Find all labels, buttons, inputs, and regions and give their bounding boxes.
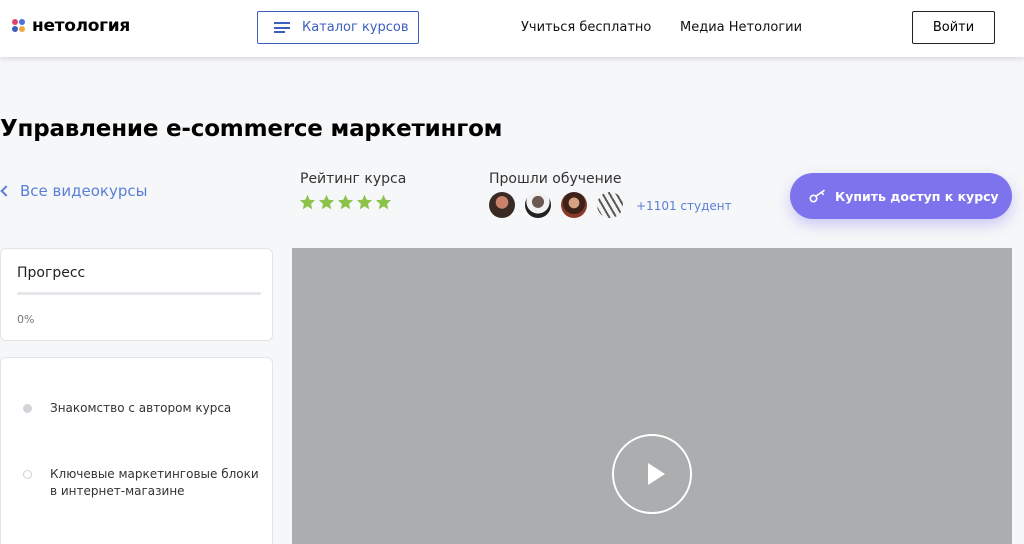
rating-label: Рейтинг курса — [300, 171, 407, 187]
lesson-status-icon — [23, 470, 32, 479]
progress-card: Прогресс 0% — [0, 248, 273, 341]
logo[interactable]: нетология — [12, 16, 130, 36]
star-icon — [299, 194, 316, 210]
logo-dots-icon — [12, 19, 26, 33]
lesson-item[interactable]: Знакомство с автором курса — [23, 400, 260, 417]
back-link-label: Все видеокурсы — [20, 182, 148, 200]
lesson-title: Ключевые маркетинговые блоки в интернет-… — [50, 467, 259, 498]
site-header: нетология Каталог курсов Учиться бесплат… — [0, 0, 1024, 57]
lesson-title: Знакомство с автором курса — [50, 401, 232, 415]
page-title: Управление e-commerce маркетингом — [0, 116, 503, 142]
nav-link-free-learning[interactable]: Учиться бесплатно — [521, 20, 651, 35]
menu-icon — [274, 22, 290, 33]
login-button[interactable]: Войти — [912, 11, 995, 44]
video-player[interactable] — [292, 248, 1012, 544]
avatar — [525, 192, 551, 218]
avatar — [597, 192, 623, 218]
lesson-status-icon — [23, 404, 32, 413]
key-icon — [809, 189, 825, 203]
star-icon — [337, 194, 354, 210]
buy-access-button[interactable]: Купить доступ к курсу — [790, 173, 1012, 219]
students-count[interactable]: +1101 студент — [636, 199, 732, 213]
lesson-item[interactable]: Ключевые маркетинговые блоки в интернет-… — [23, 466, 260, 500]
star-icon — [356, 194, 373, 210]
passed-label: Прошли обучение — [489, 171, 622, 187]
buy-button-label: Купить доступ к курсу — [835, 188, 999, 204]
lessons-list: Знакомство с автором курса Ключевые марк… — [0, 357, 273, 544]
nav-link-media[interactable]: Медиа Нетологии — [680, 20, 802, 35]
progress-bar — [17, 292, 261, 295]
chevron-left-icon — [0, 185, 12, 197]
rating-stars — [299, 194, 392, 211]
back-to-courses-link[interactable]: Все видеокурсы — [0, 182, 147, 200]
catalog-button-label: Каталог курсов — [302, 20, 409, 35]
play-button[interactable] — [612, 434, 692, 514]
student-avatars — [489, 192, 623, 218]
avatar — [561, 192, 587, 218]
progress-title: Прогресс — [17, 265, 86, 281]
catalog-button[interactable]: Каталог курсов — [257, 11, 419, 44]
star-icon — [318, 194, 335, 210]
star-icon — [375, 194, 392, 210]
progress-value: 0% — [17, 313, 35, 326]
avatar — [489, 192, 515, 218]
logo-text: нетология — [32, 16, 130, 36]
play-icon — [648, 463, 665, 485]
